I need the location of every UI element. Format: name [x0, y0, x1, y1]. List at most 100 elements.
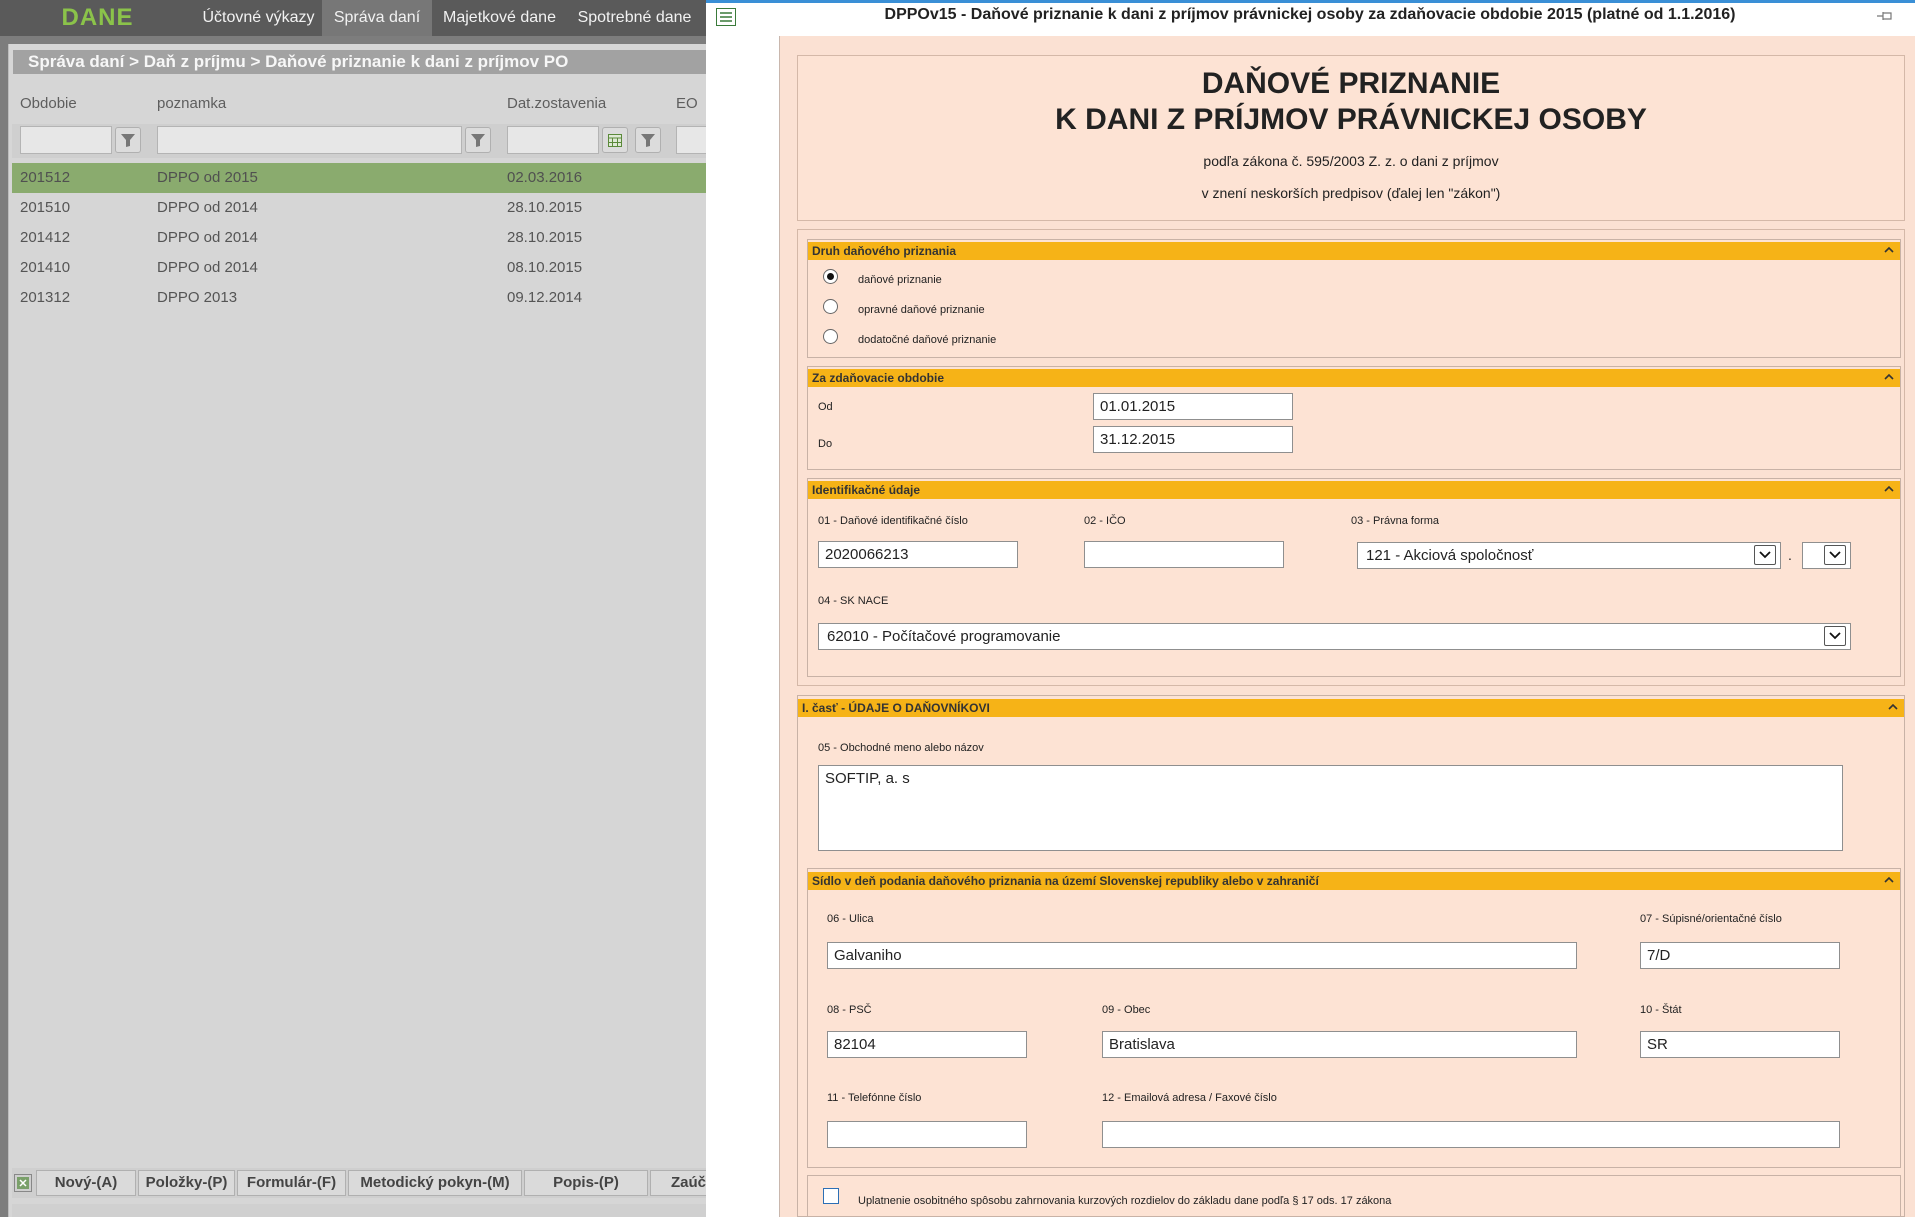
cell-datum: 28.10.2015	[507, 199, 583, 216]
cell-datum: 09.12.2014	[507, 289, 583, 306]
radio-label: daňové priznanie	[858, 274, 942, 286]
stat-label: 10 - Štát	[1640, 1004, 1682, 1016]
pravna-forma-separator: .	[1788, 547, 1792, 563]
section-title: Druh daňového priznania	[812, 244, 957, 258]
section-header-druh[interactable]: Druh daňového priznania	[808, 242, 1900, 260]
section-title: Za zdaňovacie obdobie	[812, 371, 945, 385]
stat-field[interactable]: SR	[1640, 1031, 1840, 1058]
chevron-up-icon[interactable]	[1882, 370, 1896, 384]
cell-obdobie: 201510	[20, 199, 71, 216]
methodical-guide-button[interactable]: Metodický pokyn-(M)	[348, 1170, 522, 1196]
kurzove-checkbox[interactable]	[823, 1188, 839, 1204]
section-title: I. časť - ÚDAJE O DAŇOVNÍKOVI	[802, 701, 990, 715]
cell-datum: 08.10.2015	[507, 259, 583, 276]
section-header-obdobie[interactable]: Za zdaňovacie obdobie	[808, 369, 1900, 387]
nav-tab-uctovne-vykazy[interactable]: Účtovné výkazy	[195, 0, 322, 36]
radio-label: dodatočné daňové priznanie	[858, 334, 997, 346]
pravna-forma-label: 03 - Právna forma	[1351, 515, 1440, 527]
email-label: 12 - Emailová adresa / Faxové číslo	[1102, 1092, 1277, 1104]
table-row[interactable]: 201412 DPPO od 2014 28.10.2015	[12, 223, 710, 253]
chevron-up-icon[interactable]	[1882, 243, 1896, 257]
do-date-field[interactable]: 31.12.2015	[1093, 426, 1293, 453]
section-header-identifikacne[interactable]: Identifikačné údaje	[808, 481, 1900, 499]
meno-label: 05 - Obchodné meno alebo názov	[818, 742, 984, 754]
radio-dodatocne-priznanie[interactable]	[823, 329, 838, 344]
filter-icon[interactable]	[115, 127, 141, 153]
psc-field[interactable]: 82104	[827, 1031, 1027, 1058]
radio-danove-priznanie[interactable]	[823, 269, 838, 284]
od-label: Od	[818, 401, 833, 413]
section-header-cast1[interactable]: I. časť - ÚDAJE O DAŇOVNÍKOVI	[798, 699, 1904, 717]
cislo-label: 07 - Súpisné/orientačné číslo	[1640, 913, 1782, 925]
cell-poznamka: DPPO 2013	[157, 289, 238, 306]
telefon-label: 11 - Telefónne číslo	[827, 1092, 922, 1104]
chevron-up-icon[interactable]	[1882, 873, 1896, 887]
filter-input-eo[interactable]	[676, 126, 710, 154]
section-title: Sídlo v deň podania daňového priznania n…	[812, 874, 1319, 888]
table-row[interactable]: 201410 DPPO od 2014 08.10.2015	[12, 253, 710, 283]
dialog-gutter	[706, 36, 779, 1217]
form-subtitle: podľa zákona č. 595/2003 Z. z. o dani z …	[1203, 153, 1499, 169]
new-button[interactable]: Nový-(A)	[36, 1170, 136, 1196]
nace-select[interactable]: 62010 - Počítačové programovanie	[818, 623, 1851, 650]
section-title: Identifikačné údaje	[812, 483, 921, 497]
cell-poznamka: DPPO od 2014	[157, 259, 258, 276]
cislo-field[interactable]: 7/D	[1640, 942, 1840, 969]
od-date-field[interactable]: 01.01.2015	[1093, 393, 1293, 420]
dic-field[interactable]: 2020066213	[818, 541, 1018, 568]
pin-icon[interactable]	[1876, 8, 1894, 24]
cell-poznamka: DPPO od 2014	[157, 199, 258, 216]
section-header-sidlo[interactable]: Sídlo v deň podania daňového priznania n…	[808, 872, 1900, 890]
pager[interactable]	[12, 1204, 710, 1217]
post-button[interactable]: Zaúč	[650, 1170, 710, 1196]
chevron-down-icon[interactable]	[1824, 545, 1846, 565]
filter-icon[interactable]	[635, 127, 661, 153]
ico-label: 02 - IČO	[1084, 515, 1126, 527]
obec-field[interactable]: Bratislava	[1102, 1031, 1577, 1058]
chevron-down-icon[interactable]	[1824, 626, 1846, 646]
form-button[interactable]: Formulár-(F)	[237, 1170, 346, 1196]
description-button[interactable]: Popis-(P)	[524, 1170, 648, 1196]
chevron-up-icon[interactable]	[1882, 482, 1896, 496]
filter-input-datum[interactable]	[507, 126, 599, 154]
form-icon	[716, 8, 736, 26]
ulica-label: 06 - Ulica	[827, 913, 874, 925]
nace-value: 62010 - Počítačové programovanie	[827, 628, 1061, 645]
filter-icon[interactable]	[465, 127, 491, 153]
column-header-dat-zostavenia[interactable]: Dat.zostavenia	[507, 92, 606, 116]
filter-input-obdobie[interactable]	[20, 126, 112, 154]
pravna-forma-select[interactable]: 121 - Akciová spoločnosť	[1357, 542, 1781, 569]
ulica-field[interactable]: Galvaniho	[827, 942, 1577, 969]
pravna-forma-value: 121 - Akciová spoločnosť	[1366, 547, 1534, 564]
telefon-field[interactable]	[827, 1121, 1027, 1148]
app-title: DANE	[61, 4, 134, 31]
column-header-poznamka[interactable]: poznamka	[157, 92, 226, 116]
table-row[interactable]: 201512 DPPO od 2015 02.03.2016	[12, 163, 710, 193]
email-field[interactable]	[1102, 1121, 1840, 1148]
radio-opravne-priznanie[interactable]	[823, 299, 838, 314]
filter-input-poznamka[interactable]	[157, 126, 462, 154]
table-row[interactable]: 201510 DPPO od 2014 28.10.2015	[12, 193, 710, 223]
obec-label: 09 - Obec	[1102, 1004, 1151, 1016]
calendar-icon[interactable]	[602, 127, 628, 153]
form-subtitle: v znení neskorších predpisov (ďalej len …	[1201, 185, 1501, 201]
breadcrumb: Správa daní > Daň z príjmu > Daňové priz…	[13, 50, 710, 74]
kurzove-label: Uplatnenie osobitného spôsobu zahrnovani…	[858, 1195, 1392, 1207]
chevron-down-icon[interactable]	[1754, 545, 1776, 565]
radio-label: opravné daňové priznanie	[858, 304, 985, 316]
table-row[interactable]: 201312 DPPO 2013 09.12.2014	[12, 283, 710, 313]
nace-label: 04 - SK NACE	[818, 595, 889, 607]
export-icon[interactable]	[14, 1174, 32, 1192]
nav-tab-sprava-dani[interactable]: Správa daní	[322, 0, 432, 36]
meno-textarea[interactable]: SOFTIP, a. s	[818, 765, 1843, 851]
ico-field[interactable]	[1084, 541, 1284, 568]
cell-obdobie: 201312	[20, 289, 71, 306]
cell-poznamka: DPPO od 2015	[157, 169, 258, 186]
column-header-obdobie[interactable]: Obdobie	[20, 92, 77, 116]
chevron-up-icon[interactable]	[1886, 700, 1900, 714]
items-button[interactable]: Položky-(P)	[138, 1170, 235, 1196]
nav-tab-majetkove-dane[interactable]: Majetkové dane	[432, 0, 567, 36]
nav-tab-spotrebne-dane[interactable]: Spotrebné dane	[567, 0, 702, 36]
column-header-eo[interactable]: EO	[676, 92, 698, 116]
pravna-forma-suffix-select[interactable]	[1802, 542, 1851, 569]
